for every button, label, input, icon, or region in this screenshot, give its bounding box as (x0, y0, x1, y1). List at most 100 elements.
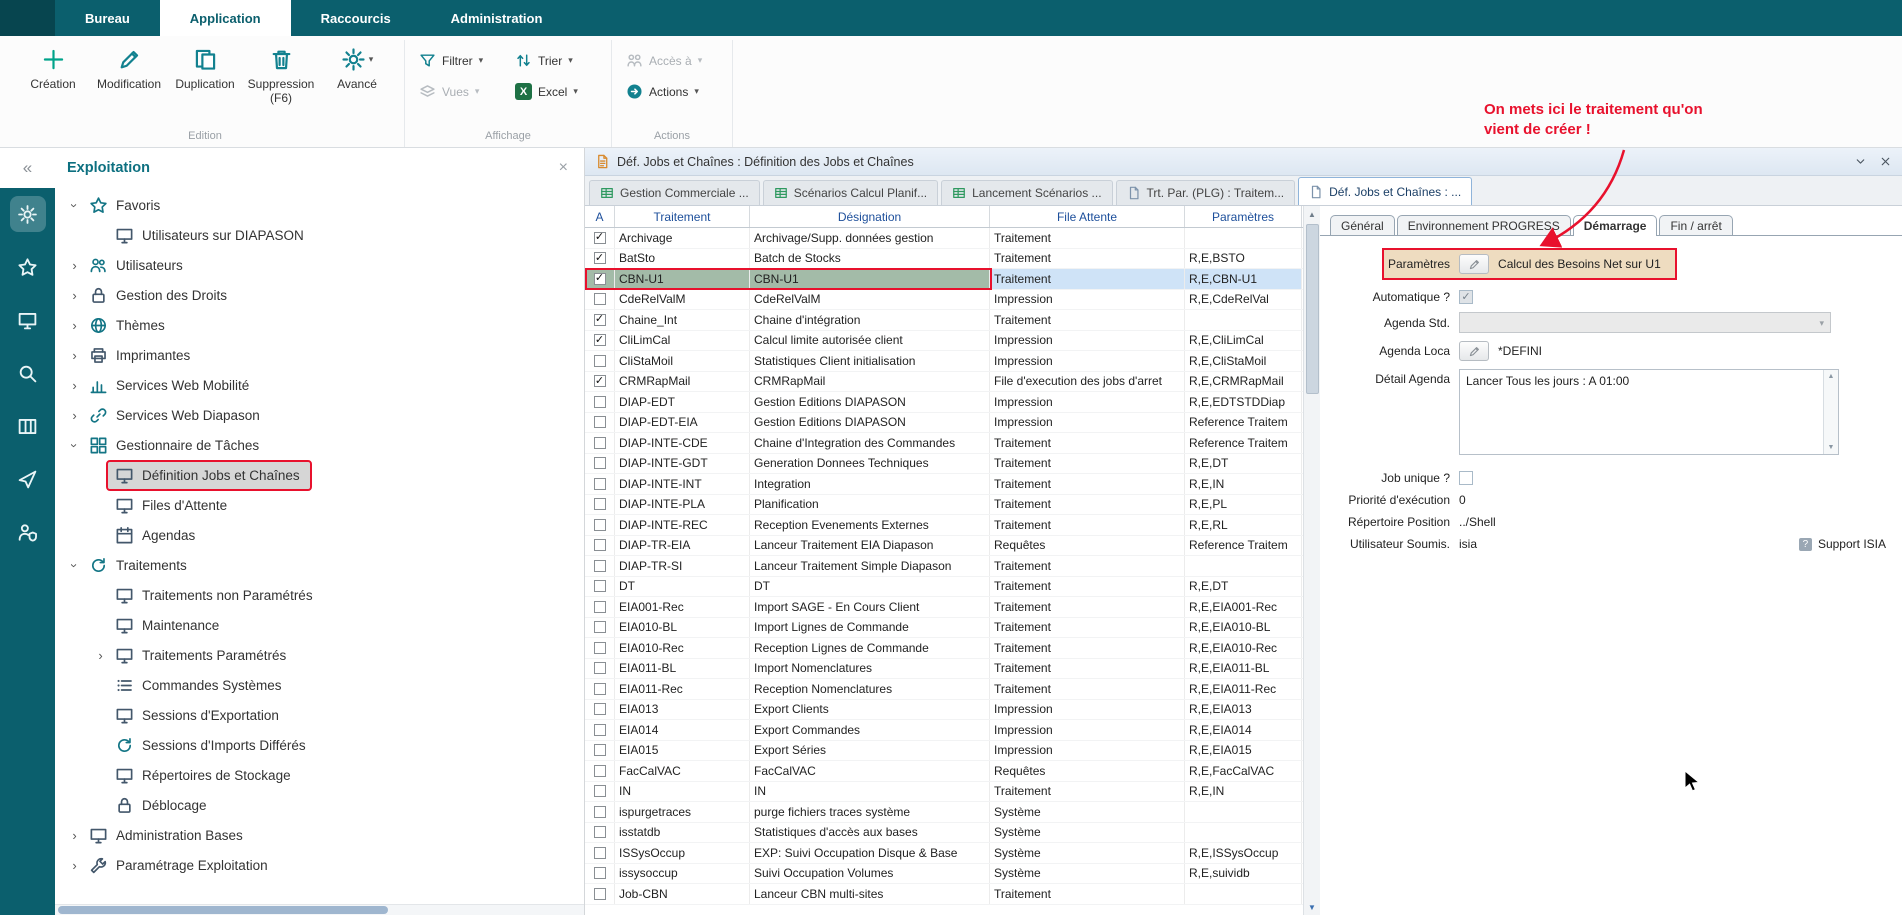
menu-tab-bureau[interactable]: Bureau (55, 0, 160, 36)
row-checkbox[interactable] (594, 642, 606, 654)
row-checkbox[interactable] (594, 683, 606, 695)
row-checkbox[interactable] (594, 785, 606, 797)
table-row-crmrapmail[interactable]: ✓CRMRapMailCRMRapMailFile d'execution de… (585, 372, 1303, 393)
row-checkbox[interactable] (594, 396, 606, 408)
tree-item-gestion-des-droits[interactable]: ›Gestion des Droits (55, 280, 584, 310)
tree-item-repertoires-de-stockage[interactable]: Répertoires de Stockage (55, 760, 584, 790)
filtrer-button[interactable]: Filtrer▾ (415, 50, 511, 71)
table-row-diap-inte-int[interactable]: DIAP-INTE-INTIntegrationTraitementR,E,IN (585, 474, 1303, 495)
tree-item-traitements-parametres[interactable]: ›Traitements Paramétrés (55, 640, 584, 670)
column-header-file-attente[interactable]: File Attente (990, 206, 1185, 227)
row-checkbox[interactable]: ✓ (594, 375, 606, 387)
close-icon[interactable]: × (559, 159, 568, 177)
table-row-batsto[interactable]: ✓BatStoBatch de StocksTraitementR,E,BSTO (585, 249, 1303, 270)
row-checkbox[interactable] (594, 703, 606, 715)
tree-item-services-web-mobilite[interactable]: ›Services Web Mobilité (55, 370, 584, 400)
chevron-collapsed-icon[interactable]: › (67, 378, 82, 393)
row-checkbox[interactable] (594, 601, 606, 613)
table-row-in[interactable]: ININTraitementR,E,IN (585, 782, 1303, 803)
row-checkbox[interactable] (594, 355, 606, 367)
table-row-diap-tr-si[interactable]: DIAP-TR-SILanceur Traitement Simple Diap… (585, 556, 1303, 577)
row-checkbox[interactable] (594, 498, 606, 510)
table-row-issysoccup[interactable]: ISSysOccupEXP: Suivi Occupation Disque &… (585, 843, 1303, 864)
row-checkbox[interactable] (594, 888, 606, 900)
row-checkbox[interactable]: ✓ (594, 273, 606, 285)
parametres-edit-button[interactable] (1459, 254, 1489, 274)
detail-tab-fin-arret[interactable]: Fin / arrêt (1659, 215, 1732, 235)
table-row-eia011-bl[interactable]: EIA011-BLImport NomenclaturesTraitementR… (585, 659, 1303, 680)
chevron-expanded-icon[interactable]: › (67, 198, 82, 213)
row-checkbox[interactable] (594, 847, 606, 859)
chevron-collapsed-icon[interactable]: › (67, 348, 82, 363)
column-header-traitement[interactable]: Traitement (615, 206, 750, 227)
chevron-collapsed-icon[interactable]: › (67, 858, 82, 873)
table-row-diap-tr-eia[interactable]: DIAP-TR-EIALanceur Traitement EIA Diapas… (585, 536, 1303, 557)
avance-button[interactable]: ▾Avancé (320, 40, 394, 91)
rail-search-button[interactable] (10, 355, 46, 391)
column-header-designation[interactable]: Désignation (750, 206, 990, 227)
row-checkbox[interactable] (594, 826, 606, 838)
table-row-ispurgetraces[interactable]: ispurgetracespurge fichiers traces systè… (585, 802, 1303, 823)
row-checkbox[interactable] (594, 478, 606, 490)
rail-star-button[interactable] (10, 249, 46, 285)
table-row-diap-inte-gdt[interactable]: DIAP-INTE-GDTGeneration Donnees Techniqu… (585, 454, 1303, 475)
table-row-job-cbn[interactable]: Job-CBNLanceur CBN multi-sitesTraitement (585, 884, 1303, 905)
table-row-eia010-rec[interactable]: EIA010-RecReception Lignes de CommandeTr… (585, 638, 1303, 659)
trier-button[interactable]: Trier▾ (511, 50, 601, 71)
table-row-diap-inte-rec[interactable]: DIAP-INTE-RECReception Evenements Extern… (585, 515, 1303, 536)
tree-item-gestionnaire-de-taches[interactable]: ›Gestionnaire de Tâches (55, 430, 584, 460)
document-tab-def-jobs-et-chaines[interactable]: Déf. Jobs et Chaînes : ... (1298, 177, 1472, 205)
row-checkbox[interactable]: ✓ (594, 252, 606, 264)
chevron-collapsed-icon[interactable]: › (67, 408, 82, 423)
tree-item-deblocage[interactable]: Déblocage (55, 790, 584, 820)
rail-usershield-button[interactable] (10, 514, 46, 550)
tree-item-favoris[interactable]: ›Favoris (55, 190, 584, 220)
job-unique-checkbox[interactable] (1459, 471, 1473, 485)
table-row-issysoccup[interactable]: issysoccupSuivi Occupation VolumesSystèm… (585, 864, 1303, 885)
rail-rocket-button[interactable] (10, 461, 46, 497)
tree-item-sessions-d-imports-differes[interactable]: Sessions d'Imports Différés (55, 730, 584, 760)
tree-item-maintenance[interactable]: Maintenance (55, 610, 584, 640)
table-row-diap-edt[interactable]: DIAP-EDTGestion Editions DIAPASONImpress… (585, 392, 1303, 413)
tree-item-themes[interactable]: ›Thèmes (55, 310, 584, 340)
vertical-scrollbar[interactable]: ▲ ▼ (1303, 206, 1320, 915)
detail-agenda-textarea[interactable]: Lancer Tous les jours : A 01:00 ▲▼ (1459, 369, 1839, 455)
chevron-collapsed-icon[interactable]: › (67, 288, 82, 303)
chevron-down-icon[interactable] (1854, 155, 1867, 168)
table-row-clistamoil[interactable]: CliStaMoilStatistiques Client initialisa… (585, 351, 1303, 372)
detail-tab-general[interactable]: Général (1330, 215, 1395, 235)
table-row-chaine-int[interactable]: ✓Chaine_IntChaine d'intégrationTraitemen… (585, 310, 1303, 331)
row-checkbox[interactable] (594, 806, 606, 818)
row-checkbox[interactable] (594, 539, 606, 551)
menu-tab-raccourcis[interactable]: Raccourcis (291, 0, 421, 36)
table-row-eia015[interactable]: EIA015Export SériesImpressionR,E,EIA015 (585, 741, 1303, 762)
chevron-collapsed-icon[interactable]: › (67, 318, 82, 333)
scroll-down-icon[interactable]: ▼ (1828, 444, 1835, 451)
row-checkbox[interactable] (594, 519, 606, 531)
textarea-scrollbar[interactable]: ▲▼ (1823, 370, 1838, 454)
chevron-collapsed-icon[interactable]: › (93, 648, 108, 663)
tree-item-traitements[interactable]: ›Traitements (55, 550, 584, 580)
tree-item-parametrage-exploitation[interactable]: ›Paramétrage Exploitation (55, 850, 584, 880)
document-tab-scenarios-calcul-planif[interactable]: Scénarios Calcul Planif... (763, 180, 938, 205)
table-row-eia014[interactable]: EIA014Export CommandesImpressionR,E,EIA0… (585, 720, 1303, 741)
table-row-eia013[interactable]: EIA013Export ClientsImpressionR,E,EIA013 (585, 700, 1303, 721)
table-row-eia010-bl[interactable]: EIA010-BLImport Lignes de CommandeTraite… (585, 618, 1303, 639)
duplication-button[interactable]: Duplication (168, 40, 242, 91)
row-checkbox[interactable] (594, 560, 606, 572)
excel-button[interactable]: XExcel▾ (511, 81, 601, 102)
rail-columns-button[interactable] (10, 408, 46, 444)
menu-tab-administration[interactable]: Administration (421, 0, 573, 36)
table-row-clilimcal[interactable]: ✓CliLimCalCalcul limite autorisée client… (585, 331, 1303, 352)
row-checkbox[interactable] (594, 437, 606, 449)
table-row-isstatdb[interactable]: isstatdbStatistiques d'accès aux basesSy… (585, 823, 1303, 844)
table-row-archivage[interactable]: ✓ArchivageArchivage/Supp. données gestio… (585, 228, 1303, 249)
column-header-a[interactable]: A (585, 206, 615, 227)
row-checkbox[interactable] (594, 765, 606, 777)
detail-tab-demarrage[interactable]: Démarrage (1573, 215, 1658, 236)
row-checkbox[interactable] (594, 724, 606, 736)
scrollbar-thumb[interactable] (58, 906, 388, 914)
table-row-eia011-rec[interactable]: EIA011-RecReception NomenclaturesTraitem… (585, 679, 1303, 700)
row-checkbox[interactable] (594, 293, 606, 305)
chevron-expanded-icon[interactable]: › (67, 438, 82, 453)
